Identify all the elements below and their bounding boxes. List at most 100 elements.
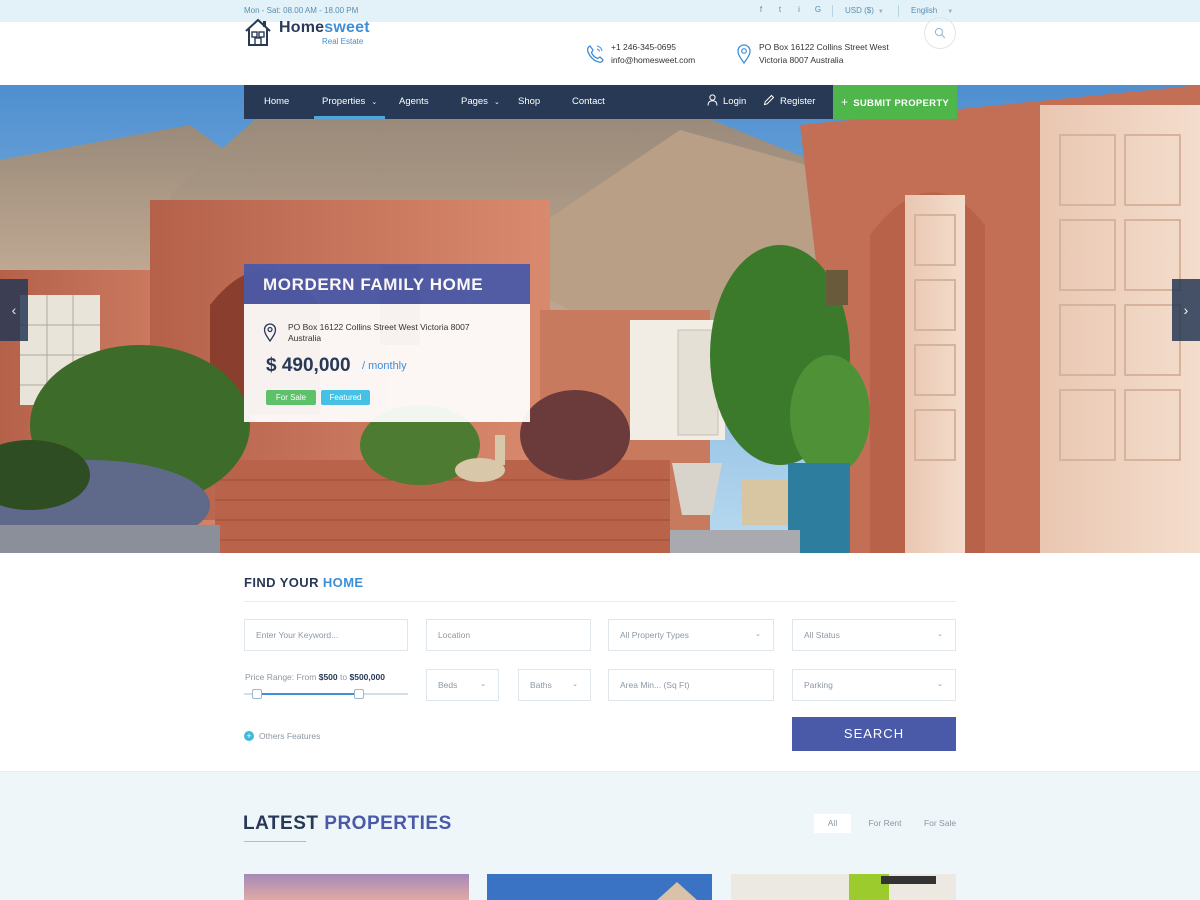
phone-number[interactable]: +1 246-345-0695 <box>611 41 676 54</box>
login-link[interactable]: Login <box>707 85 746 119</box>
price-from: $500 <box>318 672 338 682</box>
pencil-icon <box>763 94 775 106</box>
price-range-label: Price Range: From $500 to $500,000 <box>245 672 385 682</box>
plus-circle-icon: + <box>244 731 254 741</box>
parking-value: Parking <box>804 680 833 690</box>
header-search-button[interactable] <box>924 17 956 49</box>
property-price: $ 490,000 <box>266 355 351 376</box>
nav-home[interactable]: Home <box>264 85 289 119</box>
price-period: / monthly <box>362 360 407 372</box>
nav-pages[interactable]: Pages ⌄ <box>461 85 500 119</box>
price-to: $500,000 <box>349 672 385 682</box>
main-nav: Home Properties ⌄ Agents Pages ⌄ Shop Cont… <box>244 85 833 119</box>
logo-main: Home <box>279 19 325 36</box>
chevron-down-icon: ⌄ <box>937 681 943 688</box>
other-features-toggle[interactable]: + Others Features <box>244 731 320 741</box>
top-bar: Mon - Sat: 08.00 AM - 18.00 PM f t i G U… <box>0 0 1200 22</box>
latest-properties-title: LATEST PROPERTIES <box>243 813 452 835</box>
phone-icon <box>586 45 604 63</box>
language-value: English <box>911 6 938 15</box>
hero-slider <box>0 85 1200 553</box>
logo-text[interactable]: Homesweet <box>279 19 370 37</box>
beds-value: Beds <box>438 680 458 690</box>
submit-property-button[interactable]: + SUBMIT PROPERTY <box>833 85 957 119</box>
price-slider-min-handle[interactable] <box>252 689 263 699</box>
nav-contact[interactable]: Contact <box>572 85 605 119</box>
featured-badge[interactable]: Featured <box>321 390 370 405</box>
chevron-down-icon: ▼ <box>877 9 884 15</box>
filter-all[interactable]: All <box>814 814 851 833</box>
search-section-title: FIND YOUR HOME <box>244 575 364 590</box>
property-thumbnail[interactable] <box>487 874 712 900</box>
title-underline <box>244 841 306 842</box>
location-pin-icon <box>263 323 277 342</box>
title-main: LATEST <box>243 813 319 834</box>
submit-property-label: SUBMIT PROPERTY <box>853 98 950 109</box>
language-select[interactable]: English ▼ <box>911 6 953 15</box>
parking-select[interactable]: Parking ⌄ <box>792 669 956 701</box>
filter-for-rent[interactable]: For Rent <box>862 814 908 833</box>
facebook-icon[interactable]: f <box>756 5 766 14</box>
property-card-header[interactable]: MORDERN FAMILY HOME <box>244 264 530 304</box>
nav-agents[interactable]: Agents <box>399 85 429 119</box>
other-features-label: Others Features <box>259 731 321 741</box>
location-input[interactable]: Location <box>426 619 591 651</box>
business-hours: Mon - Sat: 08.00 AM - 18.00 PM <box>244 6 359 15</box>
property-thumbnail[interactable] <box>731 874 956 900</box>
chevron-down-icon: ⌄ <box>937 631 943 638</box>
logo-accent: sweet <box>324 19 370 36</box>
house-logo-icon[interactable] <box>244 17 272 47</box>
status-select[interactable]: All Status ⌄ <box>792 619 956 651</box>
register-link[interactable]: Register <box>763 85 815 119</box>
search-button[interactable]: SEARCH <box>792 717 956 751</box>
social-links: f t i G <box>756 5 823 14</box>
email-address[interactable]: info@homesweet.com <box>611 54 695 67</box>
address-line-1: PO Box 16122 Collins Street West <box>759 42 889 52</box>
property-photo <box>731 874 956 900</box>
logo-tagline: Real Estate <box>322 37 364 46</box>
property-type-value: All Property Types <box>620 630 689 640</box>
nav-pages-label: Pages <box>461 96 488 107</box>
location-pin-icon <box>737 44 751 65</box>
google-icon[interactable]: G <box>813 5 823 14</box>
nav-properties[interactable]: Properties ⌄ <box>322 85 377 119</box>
baths-value: Baths <box>530 680 552 690</box>
property-address: PO Box 16122 Collins Street West Victori… <box>288 322 470 343</box>
currency-select[interactable]: USD ($) ▼ <box>845 6 884 15</box>
property-photo <box>244 874 469 900</box>
property-type-select[interactable]: All Property Types ⌄ <box>608 619 774 651</box>
for-sale-badge[interactable]: For Sale <box>266 390 316 405</box>
area-min-input[interactable]: Area Min... (Sq Ft) <box>608 669 774 701</box>
search-icon <box>934 27 946 39</box>
register-label: Register <box>780 96 816 107</box>
slider-prev-button[interactable]: ‹ <box>0 279 28 341</box>
address-line-2: Victoria 8007 Australia <box>759 55 844 65</box>
property-thumbnail[interactable] <box>244 874 469 900</box>
slider-next-button[interactable]: › <box>1172 279 1200 341</box>
price-slider-range <box>257 693 359 695</box>
login-label: Login <box>723 96 747 107</box>
chevron-down-icon: ▼ <box>947 9 954 15</box>
nav-shop[interactable]: Shop <box>518 85 540 119</box>
chevron-down-icon: ⌄ <box>493 99 500 106</box>
currency-value: USD ($) <box>845 6 874 15</box>
price-to-word: to <box>340 672 348 682</box>
filter-for-sale[interactable]: For Sale <box>918 814 962 833</box>
title-main: FIND YOUR <box>244 575 319 590</box>
price-prefix: Price Range: From <box>245 672 317 682</box>
property-title[interactable]: MORDERN FAMILY HOME <box>263 275 483 295</box>
twitter-icon[interactable]: t <box>775 5 785 14</box>
divider <box>832 5 833 17</box>
chevron-left-icon: ‹ <box>11 302 17 318</box>
instagram-icon[interactable]: i <box>794 5 804 14</box>
divider <box>244 601 956 602</box>
hero-house-photo <box>0 85 1200 553</box>
beds-select[interactable]: Beds ⌄ <box>426 669 499 701</box>
property-photo <box>487 874 712 900</box>
baths-select[interactable]: Baths ⌄ <box>518 669 591 701</box>
chevron-down-icon: ⌄ <box>572 681 578 688</box>
price-slider-max-handle[interactable] <box>353 689 364 699</box>
keyword-input[interactable]: Enter Your Keyword... <box>244 619 408 651</box>
chevron-down-icon: ⌄ <box>371 99 378 106</box>
nav-active-indicator <box>314 116 385 119</box>
